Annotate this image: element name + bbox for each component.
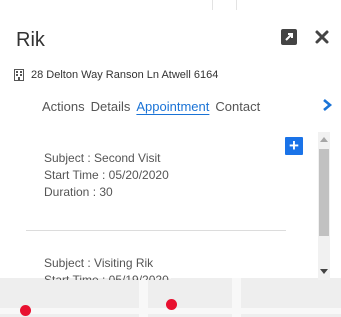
close-icon[interactable] xyxy=(312,27,332,47)
map-area[interactable] xyxy=(0,278,341,317)
appointment-list[interactable]: Subject : Second Visit Start Time : 05/2… xyxy=(26,132,316,280)
scroll-thumb[interactable] xyxy=(319,149,329,236)
add-appointment-button[interactable]: + xyxy=(285,137,303,155)
appointment-start: Start Time : 05/19/2020 xyxy=(44,273,169,280)
popup-title: Rik xyxy=(16,29,45,51)
popup-pointer xyxy=(161,270,179,279)
scrollbar[interactable] xyxy=(318,132,330,280)
tab-details[interactable]: Details xyxy=(91,99,131,114)
appointment-start: Start Time : 05/20/2020 xyxy=(44,168,169,182)
address-text: 28 Delton Way Ranson Ln Atwell 6164 xyxy=(31,69,219,81)
tab-contact[interactable]: Contact xyxy=(215,99,260,114)
tab-appointment[interactable]: Appointment xyxy=(136,99,209,114)
appointment-subject: Subject : Visiting Rik xyxy=(44,256,154,270)
tab-actions[interactable]: Actions xyxy=(42,99,85,114)
appointment-duration: Duration : 30 xyxy=(44,185,113,199)
scroll-down-icon[interactable] xyxy=(320,269,328,274)
tab-bar: Actions Details Appointment Contact xyxy=(42,99,266,114)
appointment-subject: Subject : Second Visit xyxy=(44,151,161,165)
address-row: 28 Delton Way Ranson Ln Atwell 6164 xyxy=(13,69,218,81)
chevron-right-icon[interactable] xyxy=(320,96,334,114)
scroll-up-icon[interactable] xyxy=(320,137,328,142)
expand-icon[interactable] xyxy=(279,27,299,47)
list-item: Subject : Second Visit Start Time : 05/2… xyxy=(44,150,169,201)
building-icon xyxy=(13,69,25,81)
map-marker[interactable] xyxy=(20,305,31,316)
list-item: Subject : Visiting Rik Start Time : 05/1… xyxy=(44,255,169,280)
info-popup: Rik 28 Delton Way Ranson Ln Atwell 6164 … xyxy=(0,10,341,280)
divider xyxy=(26,230,286,231)
map-marker[interactable] xyxy=(166,299,177,310)
map-top-lines xyxy=(0,0,341,10)
